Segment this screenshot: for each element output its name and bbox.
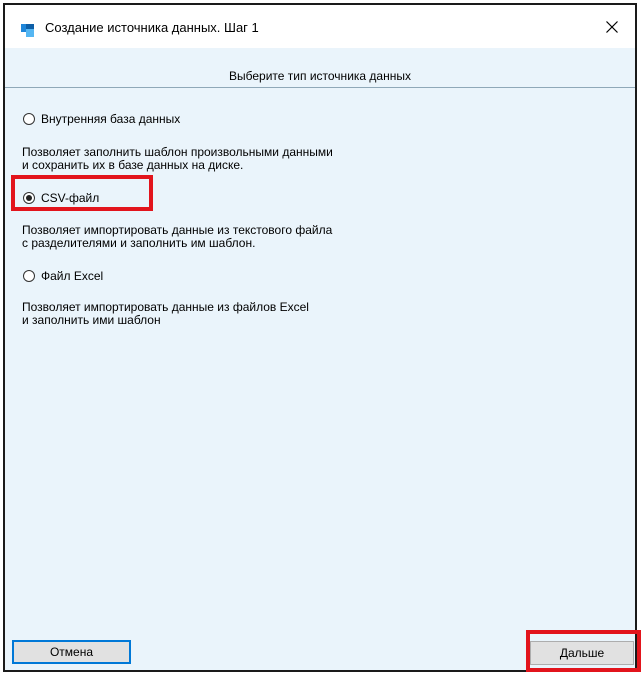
option-description: Позволяет импортировать данные из файлов… bbox=[22, 301, 309, 327]
close-button[interactable] bbox=[589, 5, 635, 48]
wizard-header: Выберите тип источника данных bbox=[5, 48, 635, 88]
radio-button-selected[interactable] bbox=[23, 192, 35, 204]
data-source-dialog: Создание источника данных. Шаг 1 Выберит… bbox=[3, 3, 637, 672]
wizard-step-heading: Выберите тип источника данных bbox=[229, 69, 411, 83]
description-line: с разделителями и заполнить им шаблон. bbox=[22, 236, 256, 250]
window-title: Создание источника данных. Шаг 1 bbox=[45, 20, 259, 35]
option-description: Позволяет импортировать данные из тексто… bbox=[22, 224, 332, 250]
close-icon bbox=[606, 20, 618, 33]
radio-button[interactable] bbox=[23, 113, 35, 125]
cancel-button[interactable]: Отмена bbox=[12, 640, 131, 664]
radio-label: CSV-файл bbox=[41, 191, 100, 205]
radio-csv-file[interactable]: CSV-файл bbox=[23, 191, 99, 205]
radio-label: Файл Excel bbox=[41, 269, 104, 283]
radio-label: Внутренняя база данных bbox=[41, 112, 181, 126]
app-logo-icon bbox=[21, 24, 34, 37]
radio-internal-database[interactable]: Внутренняя база данных bbox=[23, 112, 180, 126]
radio-button[interactable] bbox=[23, 270, 35, 282]
next-button[interactable]: Дальше bbox=[530, 641, 634, 665]
option-description: Позволяет заполнить шаблон произвольными… bbox=[22, 146, 333, 172]
description-line: и заполнить ими шаблон bbox=[22, 313, 161, 327]
title-bar: Создание источника данных. Шаг 1 bbox=[5, 5, 635, 48]
radio-excel-file[interactable]: Файл Excel bbox=[23, 269, 103, 283]
description-line: и сохранить их в базе данных на диске. bbox=[22, 158, 244, 172]
